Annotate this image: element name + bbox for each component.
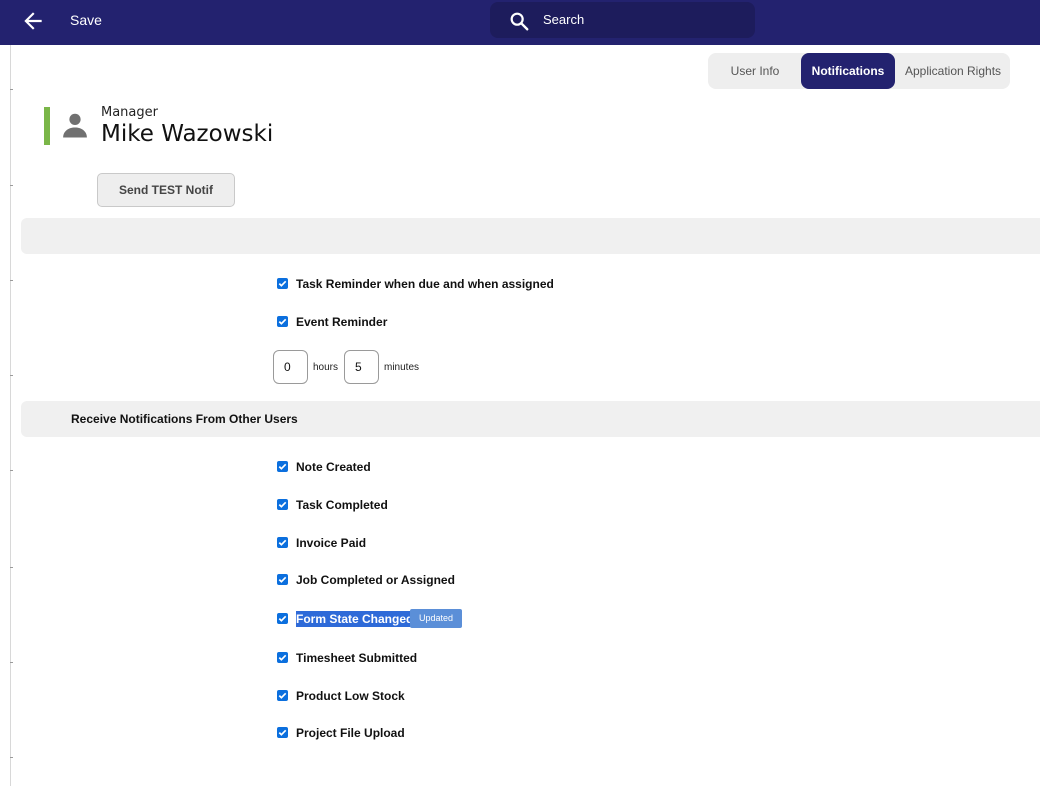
checkbox-label: Note Created: [296, 460, 371, 474]
save-button[interactable]: Save: [70, 11, 102, 29]
checkmark-icon: [278, 729, 287, 736]
minutes-input[interactable]: 5: [344, 350, 379, 384]
profile-accent-bar: [44, 107, 50, 145]
rail-tick: [10, 375, 13, 376]
tab-user-info[interactable]: User Info: [718, 53, 792, 89]
product-low-stock-checkbox[interactable]: [277, 690, 288, 701]
task-reminder-checkbox[interactable]: [277, 278, 288, 289]
checkmark-icon: [278, 280, 287, 287]
tab-application-rights[interactable]: Application Rights: [900, 53, 1006, 89]
event-reminder-checkbox[interactable]: [277, 316, 288, 327]
checkmark-icon: [278, 318, 287, 325]
left-rail: [10, 45, 13, 786]
section-title: Receive Notifications From Other Users: [71, 412, 298, 426]
rail-tick: [10, 280, 13, 281]
tab-bar: User Info Notifications Application Righ…: [708, 53, 1010, 89]
checkbox-label: Product Low Stock: [296, 689, 405, 703]
rail-tick: [10, 757, 13, 758]
project-file-upload-checkbox[interactable]: [277, 727, 288, 738]
note-created-checkbox[interactable]: [277, 461, 288, 472]
reminders-section-header: [21, 218, 1040, 254]
top-bar: Save Search: [0, 0, 1040, 45]
checkmark-icon: [278, 692, 287, 699]
rail-tick: [10, 662, 13, 663]
checkmark-icon: [278, 576, 287, 583]
invoice-paid-checkbox[interactable]: [277, 537, 288, 548]
hours-input[interactable]: 0: [273, 350, 308, 384]
checkmark-icon: [278, 463, 287, 470]
other-users-section-header: Receive Notifications From Other Users: [21, 401, 1040, 437]
checkmark-icon: [278, 615, 287, 622]
checkmark-icon: [278, 539, 287, 546]
form-state-changed-checkbox[interactable]: [277, 613, 288, 624]
checkbox-label: Event Reminder: [296, 315, 388, 329]
job-completed-checkbox[interactable]: [277, 574, 288, 585]
updated-badge: Updated: [410, 609, 462, 628]
checkbox-label: Invoice Paid: [296, 536, 367, 550]
search-placeholder: Search: [543, 12, 585, 27]
back-button[interactable]: [20, 8, 46, 34]
rail-tick: [10, 89, 13, 90]
hours-label: hours: [313, 362, 339, 373]
person-icon: [63, 113, 87, 138]
checkbox-label: Job Completed or Assigned: [296, 573, 455, 587]
checkmark-icon: [278, 501, 287, 508]
rail-tick: [10, 567, 13, 568]
task-completed-checkbox[interactable]: [277, 499, 288, 510]
checkmark-icon: [278, 654, 287, 661]
checkbox-label: Form State Changed: [296, 611, 414, 627]
send-test-notification-button[interactable]: Send TEST Notif: [97, 173, 235, 207]
checkbox-label: Project File Upload: [296, 726, 405, 740]
arrow-left-icon: [24, 12, 42, 30]
search-input[interactable]: Search: [490, 2, 755, 38]
user-role: Manager: [101, 105, 158, 120]
checkbox-label: Timesheet Submitted: [296, 651, 418, 665]
checkbox-label: Task Completed: [296, 498, 388, 512]
timesheet-submitted-checkbox[interactable]: [277, 652, 288, 663]
rail-tick: [10, 185, 13, 186]
minutes-label: minutes: [384, 362, 420, 373]
checkbox-label: Task Reminder when due and when assigned: [296, 277, 554, 291]
user-name: Mike Wazowski: [101, 121, 274, 147]
tab-notifications[interactable]: Notifications: [801, 53, 895, 89]
search-icon: [510, 12, 529, 31]
rail-tick: [10, 470, 13, 471]
